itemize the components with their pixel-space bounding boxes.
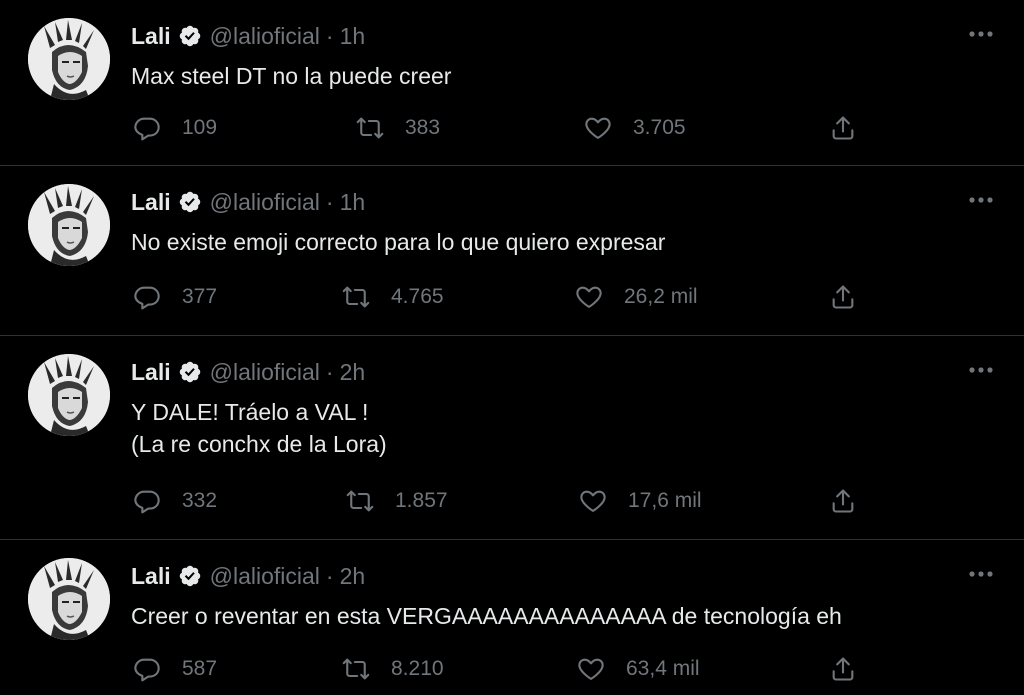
reply-button[interactable]: 109 <box>133 113 217 143</box>
handle[interactable]: @lalioficial <box>210 23 320 50</box>
more-options-icon <box>969 571 993 577</box>
share-icon <box>832 116 854 140</box>
reply-icon <box>134 490 160 514</box>
avatar-image <box>28 18 110 100</box>
tweet-header: Lali @lalioficial · 1h <box>131 22 365 50</box>
like-icon <box>580 490 606 512</box>
like-button[interactable]: 3.705 <box>584 113 686 143</box>
share-button[interactable] <box>829 486 857 516</box>
retweet-icon <box>342 286 370 308</box>
more-options-icon <box>969 31 993 37</box>
like-button[interactable]: 63,4 mil <box>577 654 700 684</box>
like-count: 63,4 mil <box>626 657 700 680</box>
share-button[interactable] <box>829 282 857 312</box>
retweet-button[interactable]: 8.210 <box>342 654 444 684</box>
share-button[interactable] <box>829 654 857 684</box>
like-icon <box>585 117 611 139</box>
tweet-actions: 587 8.210 63,4 mil <box>0 654 1024 684</box>
handle[interactable]: @lalioficial <box>210 359 320 386</box>
retweet-button[interactable]: 4.765 <box>342 282 444 312</box>
reply-icon <box>134 658 160 682</box>
retweet-count: 8.210 <box>391 657 444 680</box>
more-options-button[interactable] <box>966 358 996 382</box>
more-options-button[interactable] <box>966 22 996 46</box>
verified-badge-icon <box>179 25 200 47</box>
display-name[interactable]: Lali <box>131 189 171 216</box>
tweet[interactable]: Lali @lalioficial · 1h No existe emoji c… <box>0 166 1024 336</box>
tweet-header: Lali @lalioficial · 1h <box>131 188 365 216</box>
more-options-button[interactable] <box>966 188 996 212</box>
like-button[interactable]: 17,6 mil <box>579 486 702 516</box>
share-icon <box>832 489 854 513</box>
verified-badge-icon <box>179 565 200 587</box>
reply-button[interactable]: 332 <box>133 486 217 516</box>
separator-dot: · <box>325 358 334 385</box>
separator-dot: · <box>325 22 334 49</box>
tweet[interactable]: Lali @lalioficial · 1h Max steel DT no l… <box>0 0 1024 166</box>
share-icon <box>832 657 854 681</box>
tweet-text: Max steel DT no la puede creer <box>131 63 452 89</box>
tweet-actions: 332 1.857 17,6 mil <box>0 486 1024 516</box>
like-icon <box>576 286 602 308</box>
reply-count: 109 <box>182 116 218 139</box>
reply-icon <box>134 117 160 141</box>
display-name[interactable]: Lali <box>131 563 171 590</box>
more-options-icon <box>969 197 993 203</box>
display-name[interactable]: Lali <box>131 359 171 386</box>
retweet-button[interactable]: 383 <box>356 113 440 143</box>
retweet-icon <box>346 490 374 512</box>
verified-badge-icon <box>179 361 200 383</box>
tweet-text: No existe emoji correcto para lo que qui… <box>131 229 666 255</box>
more-options-icon <box>969 367 993 373</box>
reply-icon <box>134 286 160 310</box>
reply-count: 332 <box>182 489 218 512</box>
retweet-icon <box>356 117 384 139</box>
timestamp[interactable]: 1h <box>340 23 366 50</box>
avatar-image <box>28 184 110 266</box>
retweet-count: 383 <box>405 116 441 139</box>
like-count: 26,2 mil <box>624 285 698 308</box>
avatar[interactable] <box>28 18 110 100</box>
retweet-count: 1.857 <box>395 489 448 512</box>
tweet-text: Creer o reventar en esta VERGAAAAAAAAAAA… <box>131 603 842 629</box>
retweet-button[interactable]: 1.857 <box>346 486 448 516</box>
like-count: 17,6 mil <box>628 489 702 512</box>
like-icon <box>578 658 604 680</box>
tweet-actions: 109 383 3.705 <box>0 113 1024 143</box>
verified-badge-icon <box>179 191 200 213</box>
tweet-actions: 377 4.765 26,2 mil <box>0 282 1024 312</box>
handle[interactable]: @lalioficial <box>210 189 320 216</box>
reply-count: 587 <box>182 657 218 680</box>
share-icon <box>832 285 854 309</box>
retweet-icon <box>342 658 370 680</box>
timestamp[interactable]: 2h <box>340 359 366 386</box>
avatar-image <box>28 354 110 436</box>
tweet[interactable]: Lali @lalioficial · 2h Y DALE! Tráelo a … <box>0 336 1024 540</box>
avatar-image <box>28 558 110 640</box>
tweet-header: Lali @lalioficial · 2h <box>131 358 365 386</box>
retweet-count: 4.765 <box>391 285 444 308</box>
timestamp[interactable]: 1h <box>340 189 366 216</box>
separator-dot: · <box>325 188 334 215</box>
like-count: 3.705 <box>633 116 686 139</box>
tweet-text: Y DALE! Tráelo a VAL ! (La re conchx de … <box>131 399 387 457</box>
tweet[interactable]: Lali @lalioficial · 2h Creer o reventar … <box>0 540 1024 695</box>
separator-dot: · <box>325 562 334 589</box>
handle[interactable]: @lalioficial <box>210 563 320 590</box>
reply-count: 377 <box>182 285 218 308</box>
display-name[interactable]: Lali <box>131 23 171 50</box>
avatar[interactable] <box>28 558 110 640</box>
reply-button[interactable]: 587 <box>133 654 217 684</box>
share-button[interactable] <box>829 113 857 143</box>
avatar[interactable] <box>28 184 110 266</box>
avatar[interactable] <box>28 354 110 436</box>
reply-button[interactable]: 377 <box>133 282 217 312</box>
timeline: Lali @lalioficial · 1h Max steel DT no l… <box>0 0 1024 695</box>
timestamp[interactable]: 2h <box>340 563 366 590</box>
tweet-header: Lali @lalioficial · 2h <box>131 562 365 590</box>
like-button[interactable]: 26,2 mil <box>575 282 698 312</box>
more-options-button[interactable] <box>966 562 996 586</box>
